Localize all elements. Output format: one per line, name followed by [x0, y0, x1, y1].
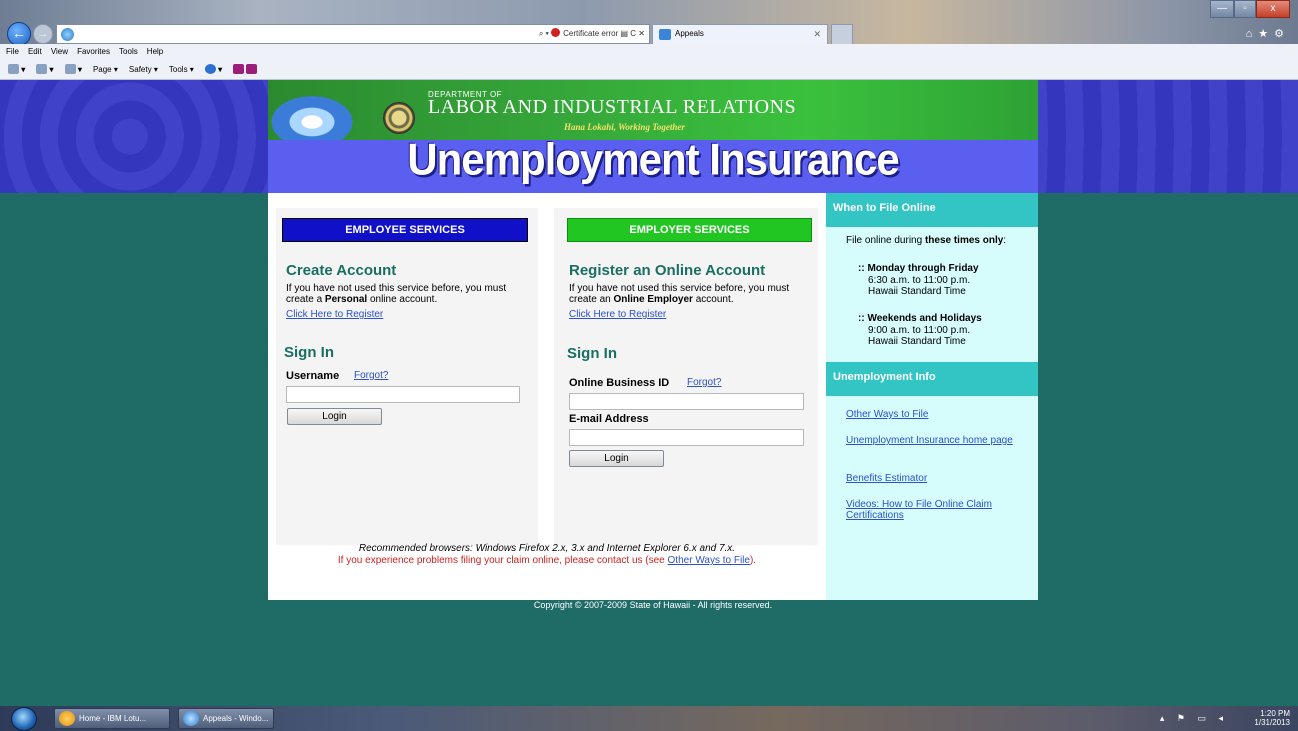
when-to-file-header: When to File Online	[826, 193, 1038, 227]
cmd-print[interactable]: ▾	[64, 60, 82, 80]
command-bar: ▾ ▾ ▾ Page ▾ Safety ▾ Tools ▾ ▾	[0, 60, 1298, 80]
ie-page-icon	[659, 29, 671, 40]
employer-sign-in-title: Sign In	[567, 345, 617, 362]
weekend-schedule-title: :: Weekends and Holidays	[858, 313, 982, 324]
copyright-notice: Copyright © 2007-2009 State of Hawaii - …	[533, 600, 773, 610]
window-controls: — ▫ x	[1210, 0, 1290, 18]
menu-edit[interactable]: Edit	[28, 44, 42, 60]
certificate-error-icon[interactable]	[551, 28, 561, 37]
employee-services-header: EMPLOYEE SERVICES	[282, 218, 528, 242]
file-online-intro: File online during these times only:	[846, 235, 1007, 246]
sidebar-link-benefits-estimator[interactable]: Benefits Estimator	[846, 473, 1026, 484]
employee-register-link[interactable]: Click Here to Register	[286, 309, 383, 320]
back-button[interactable]: ←	[7, 22, 31, 46]
employee-sign-in-title: Sign In	[284, 344, 334, 361]
ie-icon	[183, 711, 199, 726]
employer-register-account-text: If you have not used this service before…	[569, 283, 790, 305]
username-input[interactable]	[286, 386, 520, 403]
tray-icons[interactable]: ▴ ⚑ ▭ ◂	[1160, 713, 1228, 724]
unemployment-info-header: Unemployment Info	[826, 362, 1038, 396]
certificate-error-label[interactable]: Certificate error	[563, 29, 618, 38]
sidebar-link-ui-home[interactable]: Unemployment Insurance home page	[846, 435, 1026, 446]
refresh-stop-icons[interactable]: ▤ C ✕	[621, 29, 645, 38]
employer-register-link[interactable]: Click Here to Register	[569, 309, 666, 320]
site-banner: DEPARTMENT OF Labor and Industrial Relat…	[268, 80, 1038, 193]
username-forgot-link[interactable]: Forgot?	[354, 370, 388, 381]
weekday-timezone: Hawaii Standard Time	[868, 286, 966, 297]
close-window-button[interactable]: x	[1256, 0, 1290, 18]
clock-date: 1/31/2013	[1254, 718, 1290, 727]
department-name: Labor and Industrial Relations	[428, 96, 797, 118]
tab-title: Appeals	[675, 29, 704, 38]
menu-tools[interactable]: Tools	[119, 44, 138, 60]
username-label: Username	[286, 370, 340, 382]
cmd-help[interactable]: ▾	[204, 60, 222, 80]
cmd-page[interactable]: Page ▾	[93, 60, 118, 80]
home-icon	[8, 64, 19, 74]
weekend-hours: 9:00 a.m. to 11:00 p.m.	[868, 325, 971, 336]
pdf-icon	[233, 64, 245, 74]
business-id-forgot-link[interactable]: Forgot?	[687, 377, 721, 388]
menu-help[interactable]: Help	[147, 44, 163, 60]
tab-appeals[interactable]: Appeals ✕	[652, 24, 828, 44]
lotus-icon	[59, 711, 75, 726]
home-favorites-tools-icons[interactable]: ⌂★⚙	[1246, 27, 1290, 40]
menu-bar: File Edit View Favorites Tools Help	[0, 44, 1298, 60]
menu-file[interactable]: File	[6, 44, 19, 60]
new-tab-button[interactable]	[831, 24, 853, 44]
search-icon[interactable]: ⌕ ▾	[539, 29, 549, 38]
taskbar-item-lotus[interactable]: Home - IBM Lotu...	[54, 708, 170, 729]
main-content: EMPLOYEE SERVICES Create Account If you …	[268, 193, 826, 600]
tab-close-icon[interactable]: ✕	[813, 25, 821, 43]
state-seal-icon	[383, 102, 415, 134]
email-label: E-mail Address	[569, 413, 649, 425]
cmd-tools[interactable]: Tools ▾	[169, 60, 194, 80]
clock-time: 1:20 PM	[1260, 709, 1290, 718]
sidebar-link-videos[interactable]: Videos: How to File Online Claim Certifi…	[846, 499, 1026, 521]
employee-create-account-title: Create Account	[286, 262, 397, 279]
department-motto: Hana Lokahi, Working Together	[564, 122, 685, 132]
page-title: Unemployment Insurance	[407, 134, 899, 185]
system-clock[interactable]: 1:20 PM 1/31/2013	[1254, 709, 1290, 728]
sidebar: When to File Online File online during t…	[826, 193, 1038, 600]
weekday-hours: 6:30 a.m. to 11:00 p.m.	[868, 275, 971, 286]
taskbar-item-appeals[interactable]: Appeals - Windo...	[178, 708, 274, 729]
cmd-home[interactable]: ▾	[8, 60, 25, 80]
wave-graphic	[268, 80, 378, 140]
cmd-safety[interactable]: Safety ▾	[129, 60, 158, 80]
recommended-browsers-note: Recommended browsers: Windows Firefox 2.…	[358, 543, 736, 554]
employer-services-header: EMPLOYER SERVICES	[567, 218, 812, 242]
menu-favorites[interactable]: Favorites	[77, 44, 110, 60]
print-icon	[64, 64, 76, 74]
feeds-icon	[36, 64, 48, 74]
forward-button[interactable]: →	[33, 24, 53, 44]
problems-contact-note: If you experience problems filing your c…	[337, 555, 757, 566]
employer-register-account-title: Register an Online Account	[569, 262, 766, 279]
cmd-pdf[interactable]	[233, 60, 258, 80]
business-id-label: Online Business ID	[569, 377, 670, 389]
help-icon	[204, 64, 216, 74]
minimize-button[interactable]: —	[1210, 0, 1234, 18]
cmd-feeds[interactable]: ▾	[36, 60, 54, 80]
page-icon	[61, 28, 74, 41]
back-arrow-icon: ←	[12, 25, 26, 41]
pdf-icon-2	[246, 64, 258, 74]
maximize-button[interactable]: ▫	[1234, 0, 1256, 18]
browser-title-bar: ← → ⌕ ▾ Certificate error ▤ C ✕ Appeals …	[0, 0, 1298, 46]
taskbar: Home - IBM Lotu... Appeals - Windo... ▴ …	[0, 706, 1298, 731]
weekday-schedule-title: :: Monday through Friday	[858, 263, 979, 274]
weekend-timezone: Hawaii Standard Time	[868, 336, 966, 347]
forward-arrow-icon: →	[37, 28, 49, 40]
start-button[interactable]	[11, 707, 37, 731]
employee-login-button[interactable]: Login	[287, 408, 382, 425]
sidebar-link-other-ways[interactable]: Other Ways to File	[846, 409, 1026, 420]
other-ways-to-file-link[interactable]: Other Ways to File	[668, 555, 750, 566]
business-id-input[interactable]	[569, 393, 804, 410]
employee-create-account-text: If you have not used this service before…	[286, 283, 507, 305]
address-bar[interactable]: ⌕ ▾ Certificate error ▤ C ✕	[56, 24, 650, 44]
menu-view[interactable]: View	[51, 44, 68, 60]
email-input[interactable]	[569, 429, 804, 446]
employer-login-button[interactable]: Login	[569, 450, 664, 467]
address-bar-controls: ⌕ ▾ Certificate error ▤ C ✕	[539, 28, 645, 39]
